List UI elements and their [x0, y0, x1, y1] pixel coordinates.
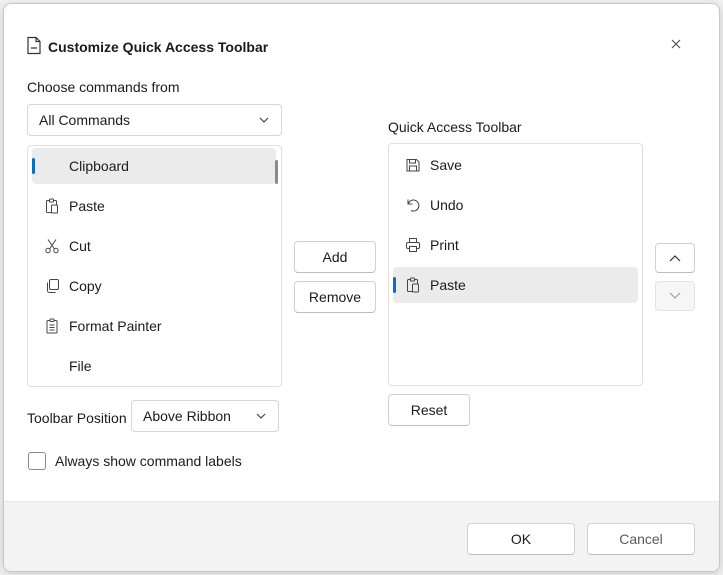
save-icon: [406, 159, 420, 172]
remove-button[interactable]: Remove: [294, 281, 376, 313]
show-labels-checkbox[interactable]: [28, 452, 46, 470]
commands-list-item-format-painter[interactable]: Format Painter: [32, 308, 276, 344]
scissors-icon: [45, 239, 59, 254]
paste-icon: [46, 198, 58, 214]
quick-access-toolbar-list[interactable]: Save Undo Print Paste: [388, 143, 643, 386]
close-icon: [671, 39, 681, 49]
toolbar-list-item-print[interactable]: Print: [393, 227, 638, 263]
commands-list-item-copy[interactable]: Copy: [32, 268, 276, 304]
format-painter-icon: [46, 318, 58, 334]
commands-list[interactable]: Clipboard Paste Cut Copy Format Painter …: [27, 145, 282, 387]
list-item-label: Clipboard: [69, 158, 129, 174]
reset-button[interactable]: Reset: [388, 394, 470, 426]
list-item-label: Paste: [430, 277, 466, 293]
list-item-label: Cut: [69, 238, 91, 254]
commands-list-item-cut[interactable]: Cut: [32, 228, 276, 264]
dialog-footer: OK Cancel: [4, 501, 719, 571]
toolbar-position-value: Above Ribbon: [143, 408, 231, 424]
document-icon: [27, 36, 41, 55]
paste-icon: [407, 277, 419, 293]
chevron-down-icon: [256, 413, 266, 419]
cancel-button[interactable]: Cancel: [587, 523, 695, 555]
chevron-up-icon: [669, 255, 681, 262]
quick-access-toolbar-label: Quick Access Toolbar: [388, 119, 522, 135]
show-labels-label: Always show command labels: [55, 453, 242, 469]
list-item-label: Paste: [69, 198, 105, 214]
toolbar-position-dropdown[interactable]: Above Ribbon: [131, 400, 279, 432]
customize-qat-dialog: Customize Quick Access Toolbar Choose co…: [3, 3, 720, 572]
selection-indicator: [32, 158, 35, 174]
close-button[interactable]: [666, 34, 686, 54]
dialog-title: Customize Quick Access Toolbar: [48, 39, 269, 55]
move-up-button[interactable]: [655, 243, 695, 273]
toolbar-position-label: Toolbar Position: [27, 410, 127, 426]
ok-button[interactable]: OK: [467, 523, 575, 555]
print-icon: [406, 238, 420, 252]
commands-list-item-paste[interactable]: Paste: [32, 188, 276, 224]
toolbar-list-item-save[interactable]: Save: [393, 147, 638, 183]
chevron-down-icon: [259, 117, 269, 123]
commands-source-dropdown[interactable]: All Commands: [27, 104, 282, 136]
undo-icon: [407, 199, 420, 212]
move-down-button[interactable]: [655, 281, 695, 311]
commands-list-item-file[interactable]: File: [32, 348, 276, 384]
toolbar-list-item-undo[interactable]: Undo: [393, 187, 638, 223]
toolbar-list-item-paste[interactable]: Paste: [393, 267, 638, 303]
commands-source-value: All Commands: [39, 112, 131, 128]
list-item-label: File: [69, 358, 92, 374]
commands-list-item-clipboard[interactable]: Clipboard: [32, 148, 276, 184]
list-item-label: Print: [430, 237, 459, 253]
commands-list-scrollbar[interactable]: [275, 160, 278, 184]
chevron-down-icon: [669, 292, 681, 299]
list-item-label: Copy: [69, 278, 102, 294]
copy-icon: [47, 279, 59, 293]
choose-commands-label: Choose commands from: [27, 79, 180, 95]
add-button[interactable]: Add: [294, 241, 376, 273]
list-item-label: Format Painter: [69, 318, 162, 334]
selection-indicator: [393, 277, 396, 293]
list-item-label: Undo: [430, 197, 464, 213]
list-item-label: Save: [430, 157, 462, 173]
